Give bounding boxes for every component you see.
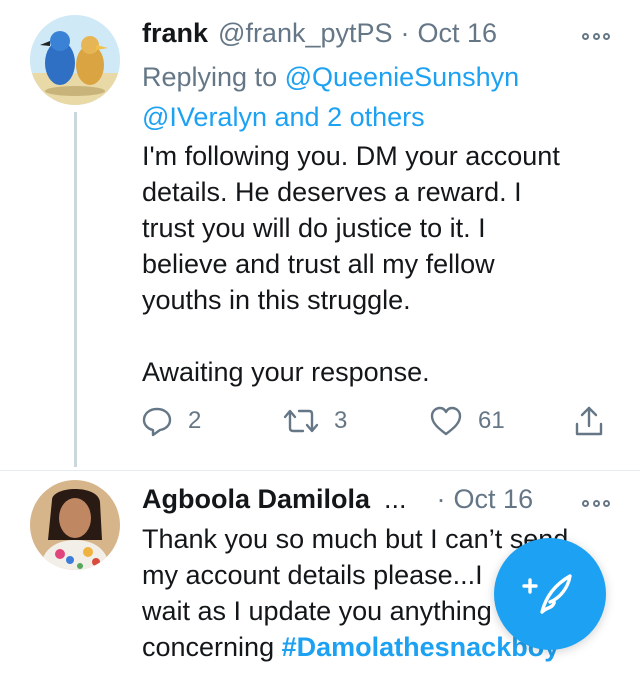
retweet-button[interactable]: 3	[282, 404, 347, 438]
mention-link[interactable]: @IVeralyn	[142, 102, 267, 132]
user-handle[interactable]: @frank_pytPS	[218, 18, 393, 49]
tweet-text-line: I'm following you. DM your account	[142, 141, 560, 171]
replying-to-label: Replying to	[142, 62, 278, 92]
compose-tweet-button[interactable]	[494, 538, 606, 650]
share-button[interactable]	[572, 404, 606, 438]
tweet-text-line: Awaiting your response.	[142, 357, 430, 387]
compose-tweet-icon	[522, 574, 572, 614]
more-options-icon[interactable]	[582, 497, 610, 509]
reply-icon	[142, 407, 172, 437]
tweet-actions: 2 3 61	[140, 404, 610, 444]
tweet-text-line: believe and trust all my fellow	[142, 249, 495, 279]
display-name[interactable]: Agboola Damilola	[142, 484, 370, 515]
name-truncation: ...	[384, 484, 407, 514]
mention-link[interactable]: @QueenieSunshyn	[285, 62, 520, 92]
tweet-header: Agboola Damilola ... · Oct 16	[142, 484, 533, 515]
tweet-header: frank @frank_pytPS · Oct 16	[142, 18, 497, 49]
avatar[interactable]	[30, 15, 120, 105]
like-count: 61	[478, 407, 505, 434]
retweet-count: 3	[334, 407, 348, 434]
reply-count: 2	[188, 407, 202, 434]
tweet-text-line: youths in this struggle.	[142, 285, 411, 315]
mention-and: and	[274, 102, 320, 132]
tweet-date[interactable]: Oct 16	[418, 18, 498, 49]
reply-button[interactable]: 2	[140, 404, 201, 438]
tweet-text-line: details. He deserves a reward. I	[142, 177, 522, 207]
mention-others-link[interactable]: 2 others	[327, 102, 425, 132]
share-icon	[575, 406, 603, 436]
paragraph-break	[142, 318, 612, 354]
thread-line	[74, 112, 77, 467]
tweet-text: I'm following you. DM your account detai…	[142, 138, 612, 390]
more-options-icon[interactable]	[582, 30, 610, 42]
like-button[interactable]: 61	[428, 404, 505, 438]
tweet-frank[interactable]: frank @frank_pytPS · Oct 16 Replying to …	[0, 0, 640, 470]
separator-dot: ·	[436, 484, 446, 514]
display-name[interactable]: frank	[142, 18, 208, 49]
tweet-text-fragment: concerning	[142, 632, 275, 662]
avatar[interactable]	[30, 480, 120, 570]
heart-icon	[430, 406, 462, 436]
tweet-date[interactable]: Oct 16	[454, 484, 534, 515]
tweet-text-line: trust you will do justice to it. I	[142, 213, 486, 243]
replying-to: Replying to @QueenieSunshyn @IVeralyn an…	[142, 57, 602, 137]
separator-dot: ·	[400, 18, 410, 48]
retweet-icon	[283, 409, 319, 433]
